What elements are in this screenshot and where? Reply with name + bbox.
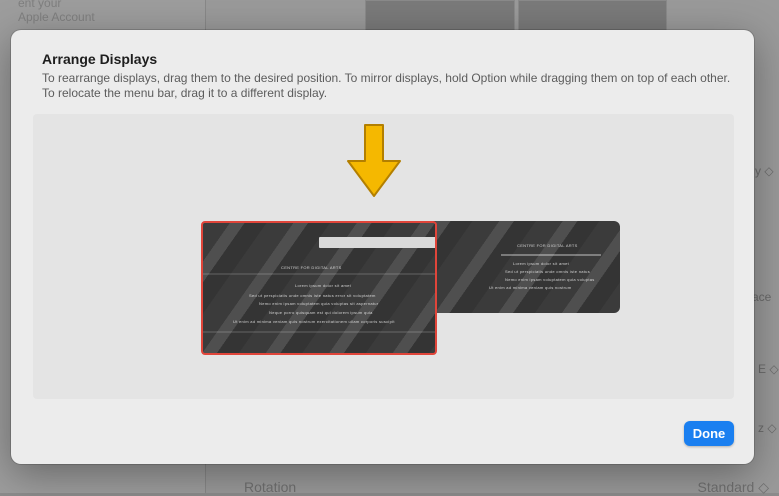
background-sidebar-text: ent your Apple Account (18, 0, 95, 24)
wallpaper-divider (501, 254, 601, 256)
background-popup-indicator: y ◇ (755, 164, 774, 178)
wallpaper-text-line: Neque porro quisquam est qui dolorem ips… (269, 310, 373, 315)
wallpaper-text-line: Ut enim ad minima veniam quis nostrum ex… (233, 319, 395, 324)
background-label-fragment: ace (752, 290, 772, 304)
wallpaper-text-line: Nemo enim ipsam voluptatem quia voluptas… (259, 301, 379, 306)
wallpaper-text-line: Nemo enim ipsam voluptatem quia voluptas (505, 277, 595, 282)
secondary-display[interactable]: CENTRE FOR DIGITAL ARTS Lorem ipsum dolo… (409, 221, 620, 313)
background-display-thumbnail (365, 0, 515, 32)
wallpaper-divider (203, 273, 435, 275)
background-display-thumbnail (518, 0, 667, 32)
arrange-displays-sheet: Arrange Displays To rearrange displays, … (11, 30, 754, 464)
done-button[interactable]: Done (684, 421, 734, 446)
wallpaper-title-text: CENTRE FOR DIGITAL ARTS (281, 265, 342, 270)
main-display[interactable]: CENTRE FOR DIGITAL ARTS Lorem ipsum dolo… (201, 221, 437, 355)
wallpaper-title-text: CENTRE FOR DIGITAL ARTS (517, 243, 578, 248)
arrow-down-icon (347, 124, 401, 197)
sheet-description: To rearrange displays, drag them to the … (42, 71, 731, 100)
wallpaper-divider (203, 331, 435, 333)
wallpaper-text-line: Lorem ipsum dolor sit amet (295, 283, 352, 288)
background-popup-indicator: z ◇ (758, 421, 777, 435)
wallpaper-text-line: Sed ut perspiciatis unde omnis iste natu… (249, 293, 376, 298)
wallpaper-text-line: Sed ut perspiciatis unde omnis iste natu… (505, 269, 591, 274)
wallpaper-text-line: Ut enim ad minima veniam quis nostrum (489, 285, 572, 290)
wallpaper-pattern (409, 221, 620, 313)
wallpaper-text-line: Lorem ipsum dolor sit amet (513, 261, 570, 266)
background-popup-indicator: E ◇ (758, 362, 779, 376)
sheet-title: Arrange Displays (42, 51, 158, 67)
rotation-popup: Standard ◇ (697, 479, 769, 495)
menu-bar-indicator[interactable] (319, 237, 435, 248)
